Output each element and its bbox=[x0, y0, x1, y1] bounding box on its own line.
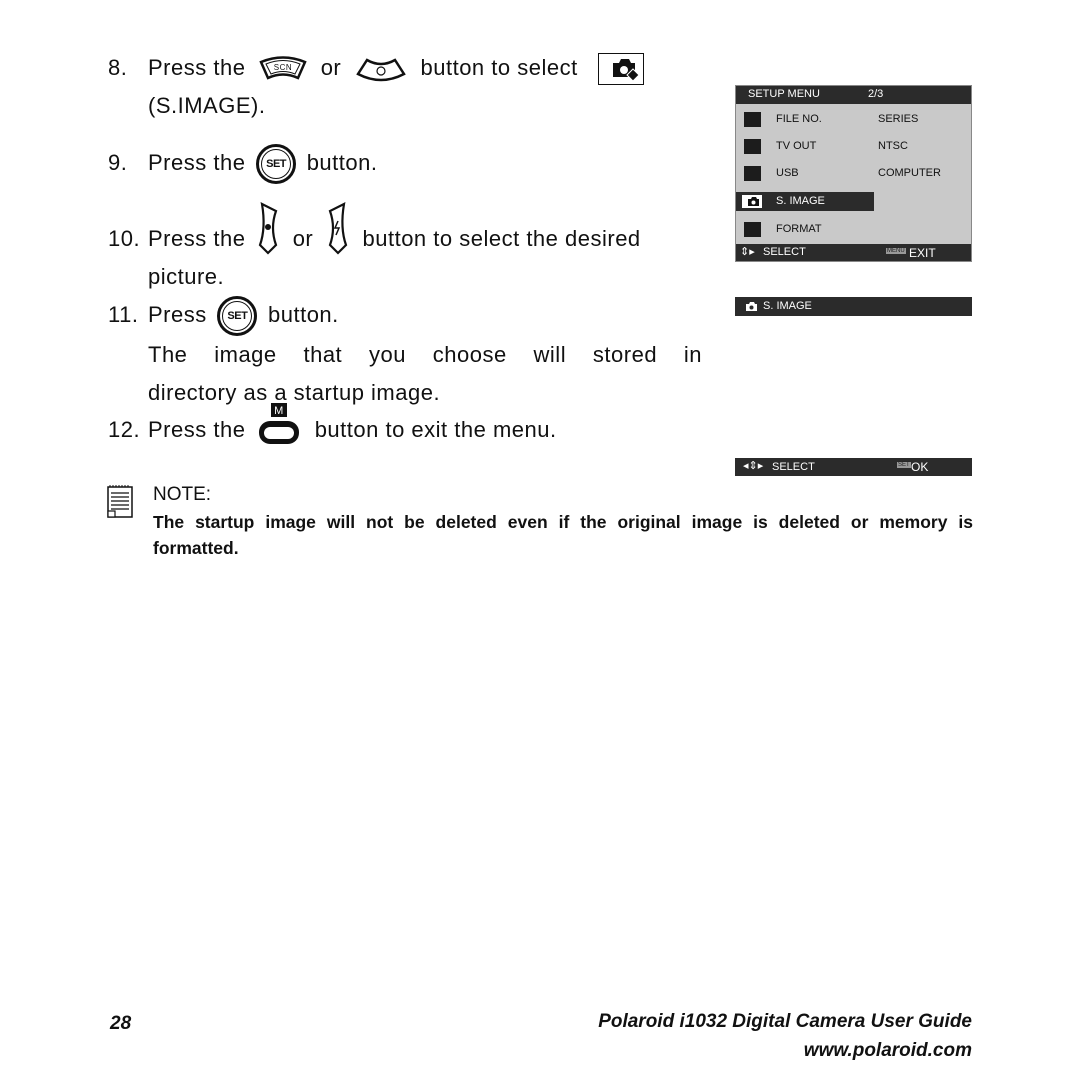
menu-item-s-image[interactable]: S. IMAGE bbox=[736, 192, 874, 211]
page-number: 28 bbox=[110, 1013, 132, 1034]
menu-item-label: TV OUT bbox=[776, 140, 817, 152]
flash-button-icon bbox=[328, 202, 348, 255]
footer-select-label: SELECT bbox=[763, 246, 806, 258]
step-text: button to exit the menu. bbox=[314, 417, 557, 442]
startup-image-icon bbox=[746, 302, 757, 311]
self-timer-button-icon bbox=[356, 58, 406, 82]
or-text: or bbox=[320, 55, 342, 80]
step-text: Press bbox=[148, 302, 207, 327]
format-icon bbox=[744, 222, 761, 237]
menu-item-value: SERIES bbox=[878, 113, 919, 125]
s-image-footer: ◂⇕▸ SELECT SET OK bbox=[735, 458, 972, 476]
step-text: Press the bbox=[148, 150, 246, 175]
step-text: button to select bbox=[420, 55, 578, 80]
menu-item-format[interactable]: FORMAT bbox=[736, 216, 970, 242]
set-button-icon: SET bbox=[256, 144, 297, 185]
setup-menu-title: SETUP MENU bbox=[748, 88, 820, 100]
note-title: NOTE: bbox=[153, 484, 212, 505]
setup-menu-header: SETUP MENU 2/3 bbox=[736, 86, 971, 104]
footer-select-label: SELECT bbox=[772, 461, 815, 473]
scn-button-icon: SCN bbox=[259, 56, 307, 80]
step-11: 11. Press SET button. The image that you … bbox=[108, 296, 702, 412]
note-icon bbox=[107, 485, 133, 518]
step-text: Press the bbox=[148, 226, 246, 251]
four-way-arrows-icon: ◂⇕▸ bbox=[743, 460, 764, 472]
set-button-icon: SET bbox=[217, 296, 258, 337]
step-number: 12. bbox=[108, 417, 141, 442]
step-10: 10. Press the or button to select the des… bbox=[108, 202, 641, 296]
step-text-line2: picture. bbox=[148, 264, 225, 289]
step-number: 10. bbox=[108, 226, 141, 251]
setup-menu-page: 2/3 bbox=[868, 88, 884, 100]
guide-title: Polaroid i1032 Digital Camera User Guide bbox=[598, 1011, 972, 1032]
select-arrows-icon: ⇕▸ bbox=[740, 246, 755, 258]
usb-icon bbox=[744, 166, 761, 181]
svg-text:M: M bbox=[274, 405, 284, 417]
step-8: 8. Press the SCN or button to select (S.I… bbox=[108, 49, 645, 125]
set-label: SET bbox=[227, 310, 248, 323]
or-text: or bbox=[292, 226, 314, 251]
step-text-line2: The image that you choose will stored in bbox=[148, 342, 702, 368]
tv-out-icon bbox=[744, 139, 761, 154]
footer-ok-label: OK bbox=[911, 460, 929, 474]
set-key-icon: SET bbox=[897, 462, 911, 468]
menu-item-value: COMPUTER bbox=[878, 167, 941, 179]
svg-text:SCN: SCN bbox=[274, 63, 292, 72]
website-link[interactable]: www.polaroid.com bbox=[804, 1040, 972, 1062]
setup-menu-screen: SETUP MENU 2/3 FILE NO. SERIES TV OUT NT… bbox=[735, 85, 972, 262]
menu-item-tv-out[interactable]: TV OUT NTSC bbox=[736, 133, 970, 159]
menu-item-label: S. IMAGE bbox=[776, 195, 825, 207]
menu-button-icon: M bbox=[259, 403, 300, 445]
startup-image-icon bbox=[598, 53, 645, 86]
startup-image-icon bbox=[742, 195, 762, 208]
set-label: SET bbox=[266, 158, 287, 171]
step-text-line2: (S.IMAGE). bbox=[148, 93, 266, 118]
step-text: Press the bbox=[148, 55, 246, 80]
file-number-icon bbox=[744, 112, 761, 127]
note-text: The startup image will not be deleted ev… bbox=[153, 512, 973, 558]
menu-item-label: USB bbox=[776, 167, 799, 179]
setup-menu-footer: ⇕▸ SELECT MENU EXIT bbox=[736, 244, 971, 261]
step-9: 9. Press the SET button. bbox=[108, 144, 378, 185]
step-text: button to select the desired bbox=[362, 226, 641, 251]
step-text: button. bbox=[268, 302, 339, 327]
menu-item-file-no[interactable]: FILE NO. SERIES bbox=[736, 106, 970, 132]
menu-item-usb[interactable]: USB COMPUTER bbox=[736, 160, 970, 186]
menu-item-value: NTSC bbox=[878, 140, 908, 152]
step-number: 9. bbox=[108, 150, 128, 175]
step-text: button. bbox=[306, 150, 378, 175]
menu-key-icon: MENU bbox=[886, 248, 906, 254]
menu-item-label: FORMAT bbox=[776, 223, 822, 235]
step-text-line3: directory as a startup image. bbox=[148, 380, 441, 406]
step-number: 8. bbox=[108, 55, 128, 80]
menu-item-label: FILE NO. bbox=[776, 113, 822, 125]
step-number: 11. bbox=[108, 302, 139, 327]
s-image-header: S. IMAGE bbox=[735, 297, 972, 316]
s-image-title: S. IMAGE bbox=[763, 300, 812, 312]
step-12: 12. Press the M button to exit the menu. bbox=[108, 403, 557, 449]
step-text: Press the bbox=[148, 417, 246, 442]
footer-exit-label: EXIT bbox=[909, 246, 936, 260]
macro-button-icon bbox=[258, 202, 278, 255]
